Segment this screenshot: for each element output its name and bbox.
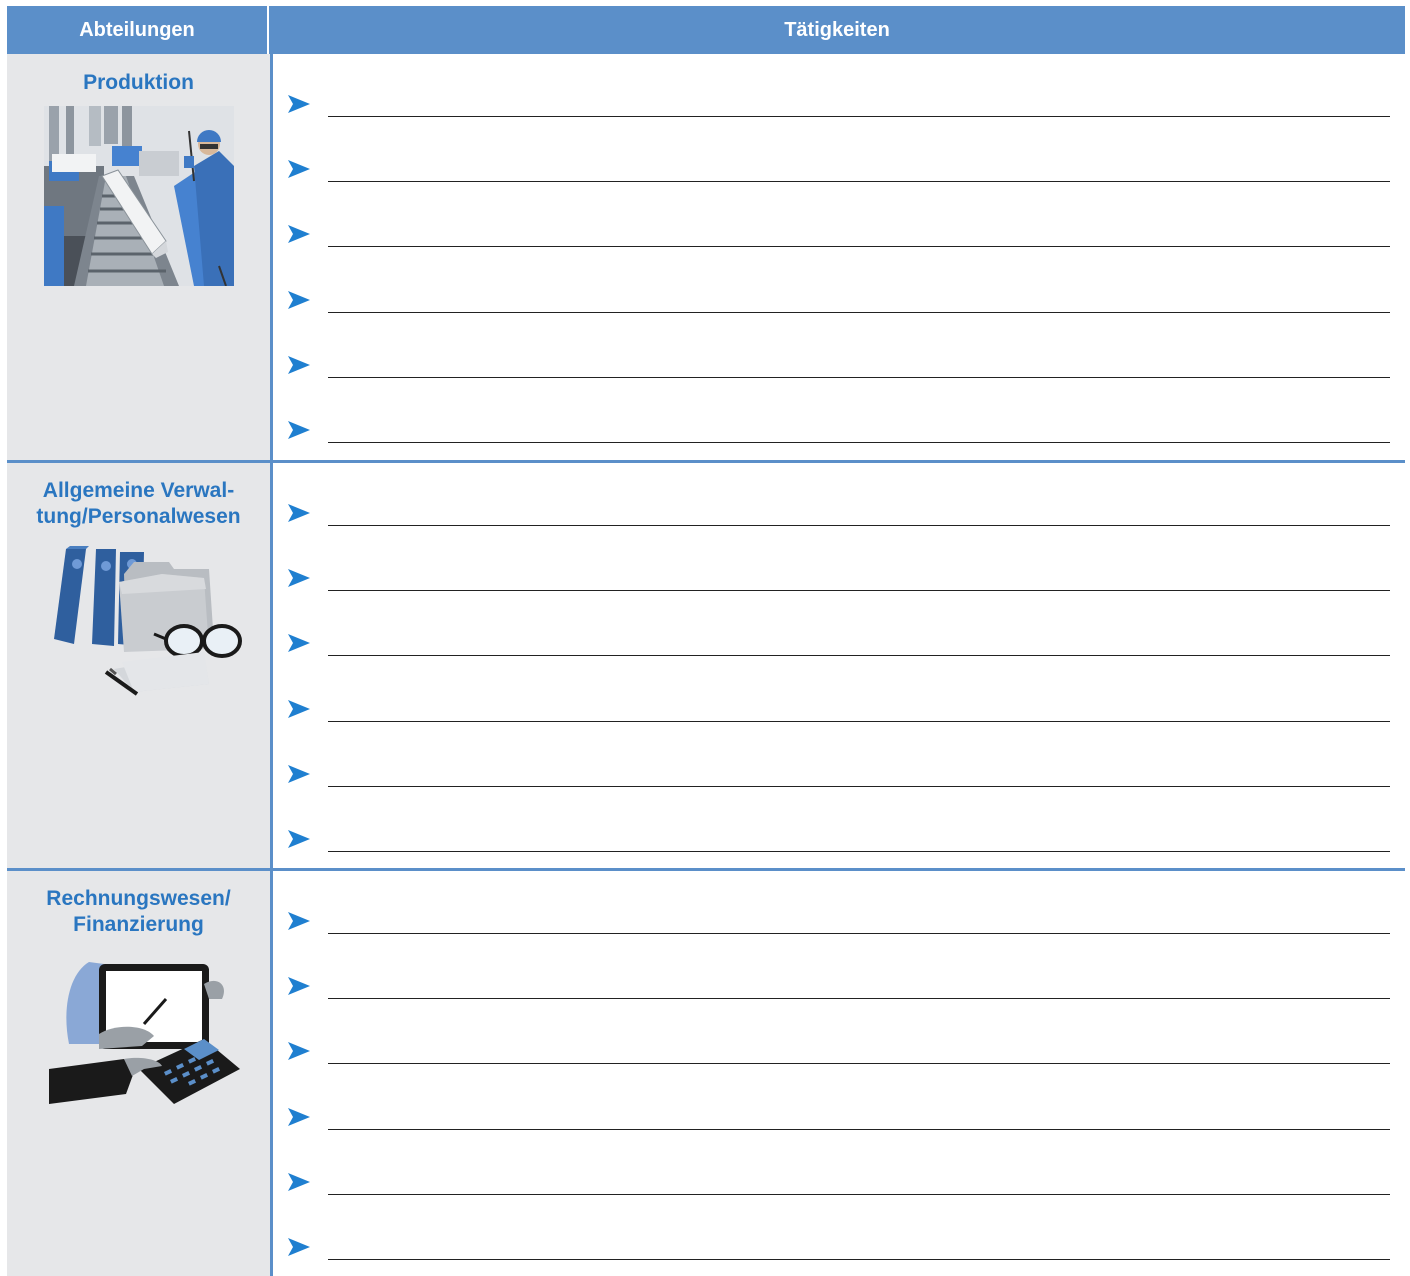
- answer-line[interactable]: [328, 720, 1390, 722]
- answer-line[interactable]: [328, 181, 1390, 183]
- header-activities: Tätigkeiten: [269, 6, 1405, 54]
- answer-line[interactable]: [328, 1063, 1390, 1065]
- office-binders-illustration: [54, 546, 242, 696]
- arrowhead-bullet-icon: [288, 355, 310, 374]
- arrowhead-bullet-icon: [288, 977, 310, 996]
- answer-line[interactable]: [328, 998, 1390, 1000]
- arrowhead-bullet-icon: [288, 1107, 310, 1126]
- column-divider: [270, 54, 273, 1276]
- answer-line[interactable]: [328, 116, 1390, 117]
- arrowhead-bullet-icon: [288, 634, 310, 653]
- arrowhead-bullet-icon: [288, 95, 310, 113]
- arrowhead-bullet-icon: [288, 1042, 310, 1061]
- answer-line[interactable]: [328, 1259, 1390, 1260]
- arrowhead-bullet-icon: [288, 504, 310, 522]
- row-divider: [7, 868, 1405, 871]
- department-title-produktion: Produktion: [7, 70, 270, 96]
- arrowhead-bullet-icon: [288, 160, 310, 179]
- arrowhead-bullet-icon: [288, 912, 310, 930]
- department-title-line: Produktion: [83, 71, 194, 94]
- answer-line[interactable]: [328, 785, 1390, 787]
- department-title-line: Allgemeine Verwal-: [42, 479, 235, 502]
- header-departments: Abteilungen: [7, 6, 269, 54]
- answer-line[interactable]: [328, 1128, 1390, 1130]
- arrowhead-bullet-icon: [288, 421, 310, 439]
- department-title-line: Finanzierung: [73, 913, 204, 936]
- department-title-line: tung/Personalwesen: [36, 505, 241, 528]
- answer-line[interactable]: [328, 246, 1390, 248]
- arrowhead-bullet-icon: [288, 830, 310, 848]
- answer-line[interactable]: [328, 655, 1390, 657]
- tablet-calculator-illustration: [49, 962, 240, 1104]
- arrowhead-bullet-icon: [288, 290, 310, 309]
- answer-line[interactable]: [328, 376, 1390, 378]
- row-divider: [7, 460, 1405, 463]
- department-title-line: Rechnungswesen/: [46, 887, 231, 910]
- department-title-rechnungswesen: Rechnungswesen/ Finanzierung: [7, 886, 270, 938]
- answer-line[interactable]: [328, 442, 1390, 443]
- arrowhead-bullet-icon: [288, 764, 310, 783]
- arrowhead-bullet-icon: [288, 1238, 310, 1256]
- answer-line[interactable]: [328, 590, 1390, 592]
- answer-line[interactable]: [328, 1193, 1390, 1195]
- answer-line[interactable]: [328, 525, 1390, 526]
- arrowhead-bullet-icon: [288, 699, 310, 718]
- department-title-verwaltung: Allgemeine Verwal- tung/Personalwesen: [7, 478, 270, 530]
- answer-line[interactable]: [328, 311, 1390, 313]
- worksheet-table: Abteilungen Tätigkeiten Produktion Allge…: [7, 6, 1405, 1276]
- arrowhead-bullet-icon: [288, 1172, 310, 1191]
- factory-worker-illustration: [44, 106, 234, 286]
- arrowhead-bullet-icon: [288, 225, 310, 244]
- answer-line[interactable]: [328, 851, 1390, 852]
- answer-line[interactable]: [328, 933, 1390, 934]
- arrowhead-bullet-icon: [288, 569, 310, 588]
